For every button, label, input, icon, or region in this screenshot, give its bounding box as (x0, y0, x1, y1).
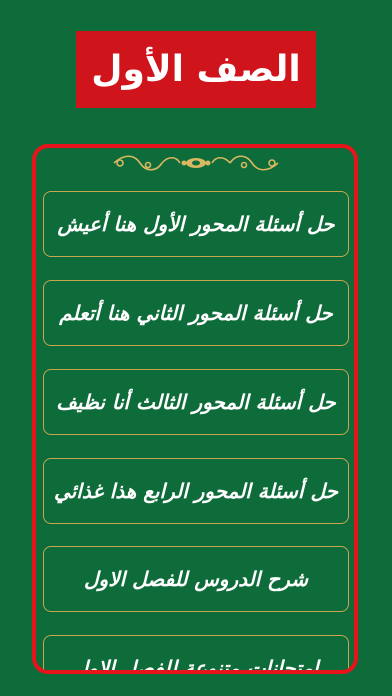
menu-frame: حل أسئلة المحور الأول هنا أعيش حل أسئلة … (32, 144, 358, 674)
menu-item-label: حل أسئلة المحور الأول هنا أعيش (57, 212, 335, 236)
menu-item-unit-4[interactable]: حل أسئلة المحور الرابع هذا غذائي (43, 458, 349, 524)
page-title: الصف الأول (91, 49, 301, 90)
menu-item-label: حل أسئلة المحور الثاني هنا أتعلم (59, 301, 333, 325)
menu-item-unit-1[interactable]: حل أسئلة المحور الأول هنا أعيش (43, 191, 349, 257)
menu-item-lessons[interactable]: شرح الدروس للفصل الاول (43, 546, 349, 612)
decorative-divider-icon (113, 155, 279, 171)
menu-item-label: حل أسئلة المحور الرابع هذا غذائي (54, 479, 338, 503)
menu-item-label: شرح الدروس للفصل الاول (84, 567, 308, 591)
menu-item-exams[interactable]: امتحانات متنوعة للفصل الاول (43, 635, 349, 674)
page-title-banner: الصف الأول (76, 31, 316, 108)
menu-item-unit-3[interactable]: حل أسئلة المحور الثالث أنا نظيف (43, 369, 349, 435)
menu-item-label: امتحانات متنوعة للفصل الاول (73, 656, 319, 674)
menu-item-unit-2[interactable]: حل أسئلة المحور الثاني هنا أتعلم (43, 280, 349, 346)
menu-item-label: حل أسئلة المحور الثالث أنا نظيف (56, 390, 336, 414)
